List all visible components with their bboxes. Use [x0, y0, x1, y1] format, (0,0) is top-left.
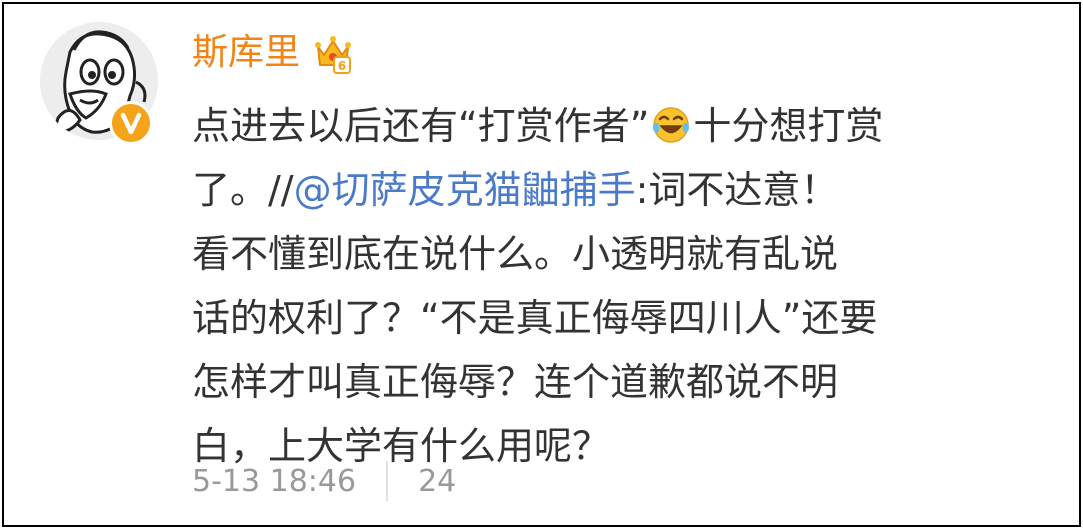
crown-level-icon[interactable]: 6	[312, 31, 354, 75]
text-segment: 了。//	[192, 168, 294, 212]
divider	[386, 461, 389, 501]
text-line-4: 话的权利了？“不是真正侮辱四川人”还要	[192, 296, 878, 340]
like-count[interactable]: 24	[418, 464, 456, 499]
comment-card: 斯库里 6 点进去以后还有“打赏作者” 十分想打赏 了。//@切萨皮克猫鼬捕手:…	[2, 2, 1081, 527]
comment-meta: 5-13 18:46 24	[192, 458, 456, 504]
author-row: 斯库里 6	[192, 28, 354, 78]
level-number: 6	[338, 59, 346, 73]
text-line-1: 点进去以后还有“打赏作者” 十分想打赏	[192, 94, 1052, 158]
text-segment: 十分想打赏	[693, 104, 884, 148]
text-line-5: 怎样才叫真正侮辱？连个道歉都说不明	[192, 360, 839, 404]
text-segment: :词不达意！	[635, 168, 839, 212]
laughing-crying-emoji-icon	[651, 100, 691, 143]
verified-v-icon	[109, 101, 153, 145]
timestamp: 5-13 18:46	[192, 463, 357, 499]
text-line-3: 看不懂到底在说什么。小透明就有乱说	[192, 232, 839, 276]
user-mention-link[interactable]: @切萨皮克猫鼬捕手	[294, 168, 636, 212]
text-line-2: 了。//@切萨皮克猫鼬捕手:词不达意！	[192, 158, 1052, 222]
author-name[interactable]: 斯库里	[192, 28, 300, 78]
text-segment: 点进去以后还有“打赏作者”	[192, 104, 650, 148]
comment-text: 点进去以后还有“打赏作者” 十分想打赏 了。//@切萨皮克猫鼬捕手:词不达意！ …	[192, 94, 1052, 478]
